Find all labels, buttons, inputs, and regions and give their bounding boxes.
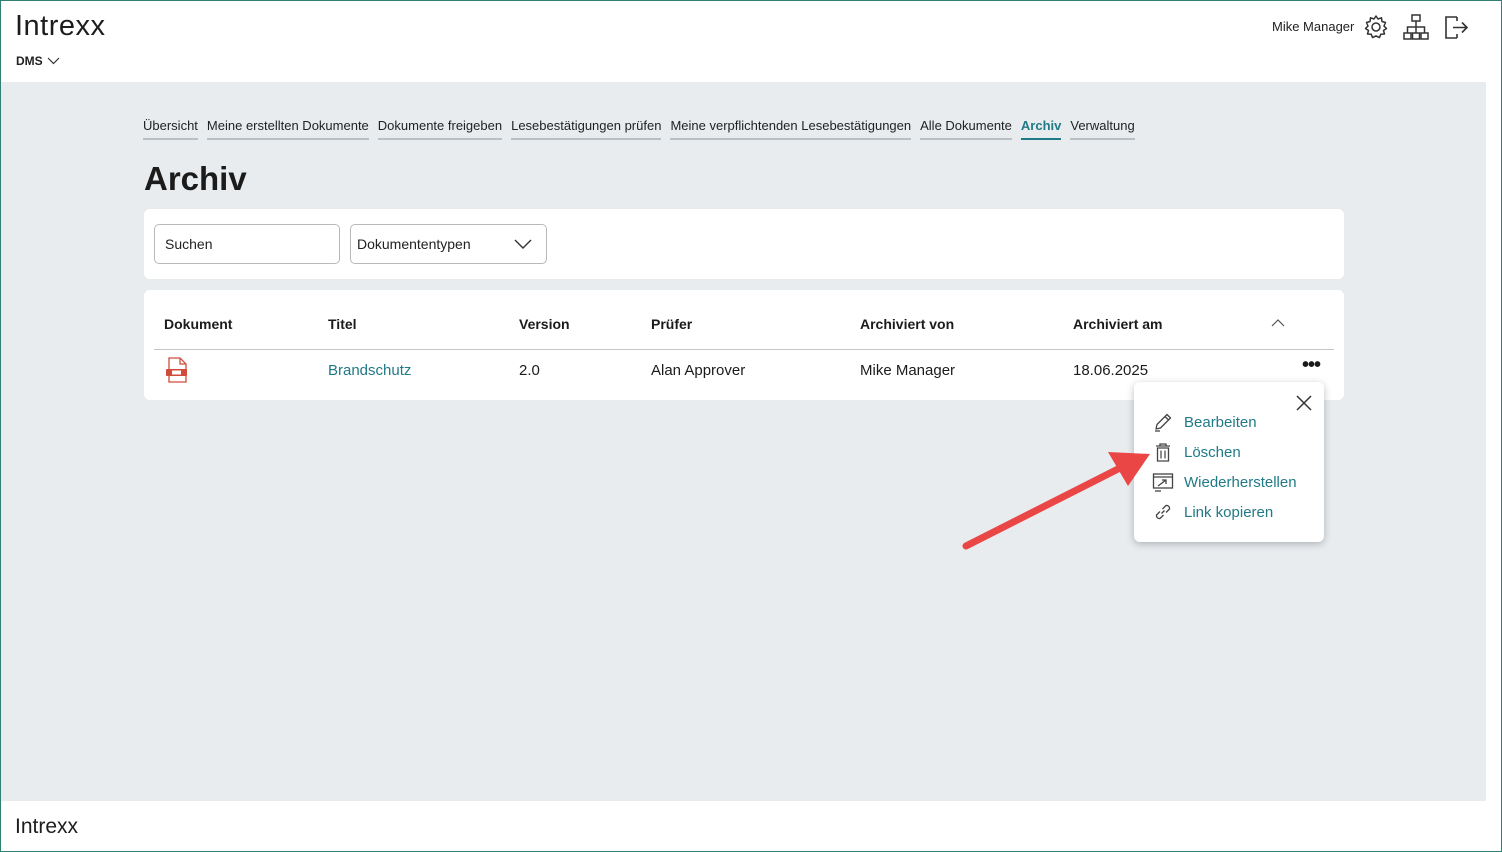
tab-lesebestaetigungen-pruefen[interactable]: Lesebestätigungen prüfen: [511, 118, 662, 140]
row-more-button[interactable]: •••: [1302, 355, 1321, 375]
chevron-up-icon[interactable]: [1271, 318, 1285, 328]
pencil-icon: [1155, 413, 1172, 432]
column-header-dokument[interactable]: Dokument: [164, 316, 232, 332]
row-title-link[interactable]: Brandschutz: [328, 362, 411, 379]
tab-meine-erstellten-dokumente[interactable]: Meine erstellten Dokumente: [206, 118, 369, 140]
page-title: Archiv: [144, 160, 247, 197]
pdf-document-icon[interactable]: [165, 357, 189, 383]
restore-icon: [1152, 473, 1174, 492]
row-archived-by: Mike Manager: [860, 362, 956, 379]
close-icon[interactable]: [1295, 394, 1313, 412]
footer-logo: Intrexx: [15, 815, 79, 838]
column-header-archiviert-am[interactable]: Archiviert am: [1073, 316, 1162, 332]
app-switcher-label: DMS: [16, 54, 43, 68]
link-icon: [1155, 504, 1171, 520]
row-reviewer: Alan Approver: [651, 362, 746, 379]
tab-dokumente-freigeben[interactable]: Dokumente freigeben: [377, 118, 503, 140]
menu-item-label: Wiederherstellen: [1184, 473, 1297, 491]
row-version: 2.0: [519, 362, 540, 379]
menu-item-label: Löschen: [1184, 443, 1241, 461]
chevron-down-icon: [47, 57, 60, 65]
table-header-divider: [154, 349, 1334, 350]
column-header-titel[interactable]: Titel: [328, 316, 357, 332]
menu-item-bearbeiten[interactable]: Bearbeiten: [1152, 411, 1257, 433]
trash-icon: [1156, 443, 1170, 462]
tab-archiv[interactable]: Archiv: [1020, 118, 1062, 140]
menu-item-label: Link kopieren: [1184, 503, 1274, 521]
gear-icon[interactable]: [1362, 13, 1390, 41]
logout-icon[interactable]: [1442, 13, 1470, 41]
filter-card: Dokumententypen: [144, 209, 1344, 279]
app-switcher[interactable]: DMS: [16, 54, 60, 68]
doctype-select-label: Dokumententypen: [357, 236, 471, 252]
scrollbar-track[interactable]: [1486, 82, 1501, 801]
tab-alle-dokumente[interactable]: Alle Dokumente: [920, 118, 1012, 140]
menu-item-link-kopieren[interactable]: Link kopieren: [1152, 501, 1273, 523]
sitemap-icon[interactable]: [1402, 13, 1430, 41]
column-header-version[interactable]: Version: [519, 316, 570, 332]
row-context-menu: Bearbeiten Löschen Wiederherstellen Link…: [1134, 382, 1324, 542]
tab-verwaltung[interactable]: Verwaltung: [1070, 118, 1135, 140]
menu-item-label: Bearbeiten: [1184, 413, 1257, 431]
doctype-select[interactable]: Dokumententypen: [350, 224, 547, 264]
app-footer: Intrexx: [0, 801, 1502, 852]
intrexx-logo[interactable]: Intrexx: [15, 10, 106, 43]
column-header-archiviert-von[interactable]: Archiviert von: [860, 316, 954, 332]
column-header-pruefer[interactable]: Prüfer: [651, 316, 692, 332]
tab-bar: Übersicht Meine erstellten Dokumente Dok…: [143, 118, 1135, 140]
app-header: Intrexx DMS Mike Manager: [0, 0, 1502, 82]
menu-item-wiederherstellen[interactable]: Wiederherstellen: [1152, 471, 1297, 493]
row-archived-on: 18.06.2025: [1073, 362, 1149, 379]
search-input[interactable]: [154, 224, 340, 264]
menu-item-loeschen[interactable]: Löschen: [1152, 441, 1241, 463]
user-name[interactable]: Mike Manager: [1272, 19, 1354, 34]
tab-uebersicht[interactable]: Übersicht: [143, 118, 198, 140]
tab-meine-verpflichtenden-lesebestaetigungen[interactable]: Meine verpflichtenden Lesebestätigungen: [670, 118, 912, 140]
chevron-down-icon: [514, 239, 532, 249]
